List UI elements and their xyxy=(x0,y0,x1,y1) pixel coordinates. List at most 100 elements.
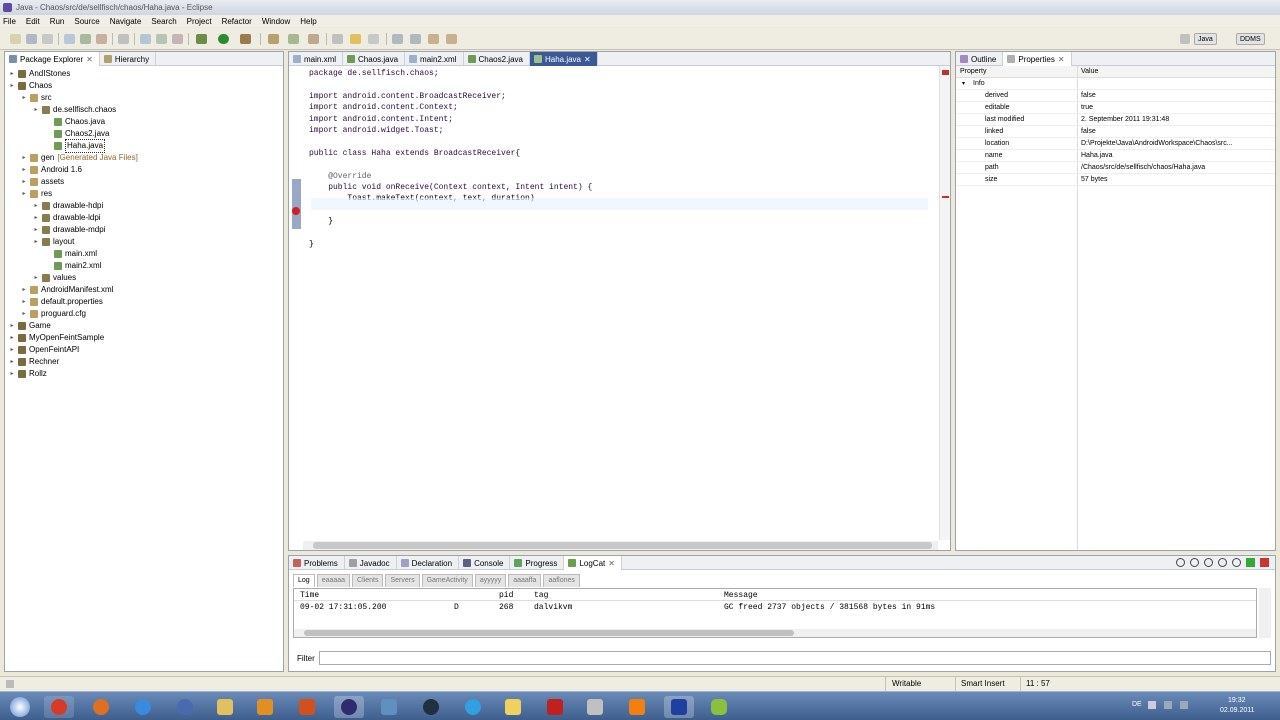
menu-edit[interactable]: Edit xyxy=(26,17,40,26)
start-button[interactable] xyxy=(5,696,35,718)
error-filter-icon[interactable] xyxy=(1232,558,1241,567)
tree-item[interactable]: ▸ src xyxy=(21,92,52,104)
property-group-info[interactable]: ▾ Info xyxy=(956,78,1275,90)
scroll-thumb[interactable] xyxy=(313,542,932,549)
taskbar-steam[interactable] xyxy=(416,696,446,718)
property-row[interactable]: name Haha.java xyxy=(956,150,1275,162)
logcat-vertical-scrollbar[interactable] xyxy=(1259,588,1271,638)
logcat-filter-tab[interactable]: Servers xyxy=(385,574,420,587)
tree-item[interactable]: ▸ Chaos xyxy=(9,80,52,92)
expand-icon[interactable]: ▸ xyxy=(21,308,27,320)
previous-annotation-icon[interactable] xyxy=(410,34,421,44)
perspective-ddms[interactable]: DDMS xyxy=(1236,33,1265,45)
tree-item[interactable]: main.xml xyxy=(45,248,97,260)
expand-icon[interactable]: ▸ xyxy=(21,176,27,188)
table-row[interactable]: 09-02 17:31:05.200 D 268 dalvikvm GC fre… xyxy=(294,603,1256,615)
menu-search[interactable]: Search xyxy=(151,17,176,26)
tree-item[interactable]: ▸ default.properties xyxy=(21,296,103,308)
tree-item[interactable]: ▸ de.sellfisch.chaos xyxy=(33,104,116,116)
error-overview-marker-2[interactable] xyxy=(942,196,949,198)
info-filter-icon[interactable] xyxy=(1204,558,1213,567)
menu-run[interactable]: Run xyxy=(50,17,65,26)
taskbar-media[interactable] xyxy=(250,696,280,718)
taskbar-acrobat[interactable] xyxy=(540,696,570,718)
property-row[interactable]: size 57 bytes xyxy=(956,174,1275,186)
open-perspective-button[interactable] xyxy=(1180,34,1190,44)
tree-item[interactable]: ▸ res xyxy=(21,188,52,200)
volume-icon[interactable] xyxy=(1180,701,1188,709)
expand-icon[interactable]: ▸ xyxy=(33,212,39,224)
expand-icon[interactable]: ▸ xyxy=(9,356,15,368)
code-line[interactable]: } xyxy=(309,239,314,251)
tree-item[interactable]: ▸ Game xyxy=(9,320,51,332)
code-line[interactable]: public void onReceive(Context context, I… xyxy=(309,182,592,194)
property-row[interactable]: derived false xyxy=(956,90,1275,102)
taskbar-tool[interactable] xyxy=(580,696,610,718)
tree-item[interactable]: Haha.java xyxy=(45,139,106,153)
tab-declaration[interactable]: Declaration xyxy=(397,556,460,570)
tree-item[interactable]: ▸ values xyxy=(33,272,76,284)
expand-icon[interactable]: ▸ xyxy=(9,344,15,356)
code-line[interactable]: import android.content.Intent; xyxy=(309,114,453,126)
taskbar-remote[interactable] xyxy=(374,696,404,718)
print-icon[interactable] xyxy=(42,34,53,44)
tree-item[interactable]: ▸ Rollz xyxy=(9,368,47,380)
tray-time[interactable]: 19:32 xyxy=(1228,697,1246,704)
network-icon[interactable] xyxy=(1164,701,1172,709)
expand-icon[interactable]: ▸ xyxy=(9,332,15,344)
language-indicator[interactable]: DE xyxy=(1132,701,1142,708)
editor-horizontal-scrollbar[interactable] xyxy=(303,541,938,550)
tab-haha-java[interactable]: Haha.java ✕ xyxy=(529,52,598,66)
logcat-filter-tab[interactable]: Log xyxy=(293,574,315,587)
taskbar-thunderbird[interactable] xyxy=(170,696,200,718)
warning-filter-icon[interactable] xyxy=(1218,558,1227,567)
run-icon[interactable] xyxy=(218,34,229,44)
tree-item[interactable]: ▸ drawable-ldpi xyxy=(33,212,101,224)
expand-icon[interactable]: ▸ xyxy=(33,236,39,248)
new-class-icon[interactable] xyxy=(288,34,299,44)
logcat-filter-tab[interactable]: Clients xyxy=(352,574,384,587)
taskbar-app[interactable] xyxy=(292,696,322,718)
menu-window[interactable]: Window xyxy=(262,17,290,26)
taskbar-cmd[interactable] xyxy=(664,696,694,718)
search-icon[interactable] xyxy=(172,34,183,44)
taskbar-eclipse[interactable] xyxy=(334,696,364,718)
tray-arrow-icon[interactable] xyxy=(1148,701,1156,709)
menu-navigate[interactable]: Navigate xyxy=(110,17,142,26)
taskbar-android[interactable] xyxy=(704,696,734,718)
tree-item[interactable]: ▸ MyOpenFeintSample xyxy=(9,332,104,344)
tab-main-xml[interactable]: main.xml xyxy=(289,52,344,66)
debug-filter-icon[interactable] xyxy=(1190,558,1199,567)
expand-icon[interactable]: ▸ xyxy=(33,224,39,236)
expand-icon[interactable]: ▸ xyxy=(21,188,27,200)
expand-icon[interactable]: ▸ xyxy=(21,152,27,164)
tab-logcat[interactable]: LogCat ✕ xyxy=(564,556,622,570)
tree-item[interactable]: Chaos.java xyxy=(45,116,105,128)
scroll-thumb[interactable] xyxy=(304,630,794,636)
tree-item[interactable]: ▸ proguard.cfg xyxy=(21,308,86,320)
open-type-icon[interactable] xyxy=(140,34,151,44)
logcat-filter-tab[interactable]: aaaaffa xyxy=(508,574,542,587)
tree-item[interactable]: main2.xml xyxy=(45,260,101,272)
expand-icon[interactable]: ▸ xyxy=(9,368,15,380)
property-row[interactable]: path/Chaos/src/de/sellfisch/chaos/Haha.j… xyxy=(956,162,1275,174)
expand-icon[interactable]: ▸ xyxy=(21,92,27,104)
expand-icon[interactable]: ▸ xyxy=(33,272,39,284)
property-row[interactable]: editable true xyxy=(956,102,1275,114)
error-marker-icon[interactable] xyxy=(292,207,300,215)
open-task-icon[interactable] xyxy=(156,34,167,44)
expand-icon[interactable]: ▸ xyxy=(9,320,15,332)
tab-chaos-java[interactable]: Chaos.java xyxy=(343,52,406,66)
logcat-filter-tab[interactable]: eaaaaa xyxy=(316,574,351,587)
taskbar-ie[interactable] xyxy=(128,696,158,718)
logcat-filter-tab[interactable]: GameActivity xyxy=(421,574,473,587)
menu-project[interactable]: Project xyxy=(187,17,212,26)
taskbar-chrome[interactable] xyxy=(44,696,74,718)
perspective-java[interactable]: Java xyxy=(1194,33,1217,45)
tab-package-explorer[interactable]: Package Explorer ✕ xyxy=(5,52,100,66)
open-perspective-icon[interactable] xyxy=(308,34,319,44)
code-line[interactable]: } xyxy=(309,216,333,228)
tree-item[interactable]: ▸ gen [Generated Java Files] xyxy=(21,152,138,164)
code-line[interactable]: import android.widget.Toast; xyxy=(309,125,443,137)
verbose-filter-icon[interactable] xyxy=(1176,558,1185,567)
